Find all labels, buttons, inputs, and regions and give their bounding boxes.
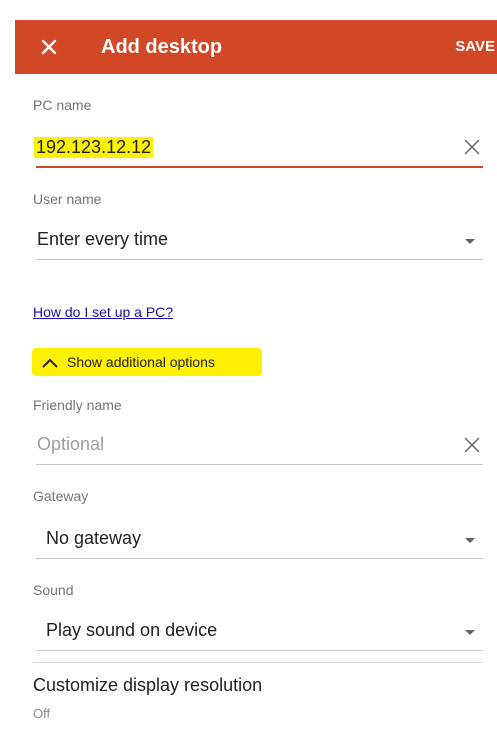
close-icon[interactable] (35, 33, 63, 61)
gateway-value: No gateway (46, 528, 142, 548)
pc-name-value: 192.123.12.12 (34, 137, 154, 158)
divider (33, 662, 483, 663)
friendly-name-placeholder: Optional (37, 434, 105, 454)
gateway-label: Gateway (33, 488, 89, 504)
chevron-up-icon (41, 356, 59, 374)
dropdown-arrow-icon (465, 239, 475, 244)
help-link[interactable]: How do I set up a PC? (33, 304, 173, 320)
display-resolution-value: Off (33, 706, 51, 721)
gateway-select[interactable]: No gateway (36, 524, 483, 559)
sound-value: Play sound on device (46, 620, 218, 640)
user-name-value: Enter every time (37, 229, 169, 249)
user-name-label: User name (33, 191, 102, 207)
dropdown-arrow-icon (465, 538, 475, 543)
pc-name-label: PC name (33, 97, 92, 113)
sound-select[interactable]: Play sound on device (36, 616, 483, 651)
friendly-name-label: Friendly name (33, 397, 122, 413)
show-additional-options-label: Show additional options (67, 354, 215, 370)
pc-name-field[interactable]: 192.123.12.12 (34, 132, 483, 168)
app-bar: Add desktop SAVE (15, 20, 497, 74)
display-resolution-setting[interactable]: Customize display resolution (33, 675, 262, 696)
page-title: Add desktop (101, 36, 223, 58)
clear-icon[interactable] (463, 436, 481, 454)
clear-icon[interactable] (463, 138, 481, 156)
save-button[interactable]: SAVE (455, 20, 495, 74)
user-name-select[interactable]: Enter every time (36, 225, 483, 260)
friendly-name-field[interactable]: Optional (36, 430, 483, 465)
dropdown-arrow-icon (465, 630, 475, 635)
show-additional-options-toggle[interactable]: Show additional options (32, 348, 262, 376)
sound-label: Sound (33, 582, 74, 598)
